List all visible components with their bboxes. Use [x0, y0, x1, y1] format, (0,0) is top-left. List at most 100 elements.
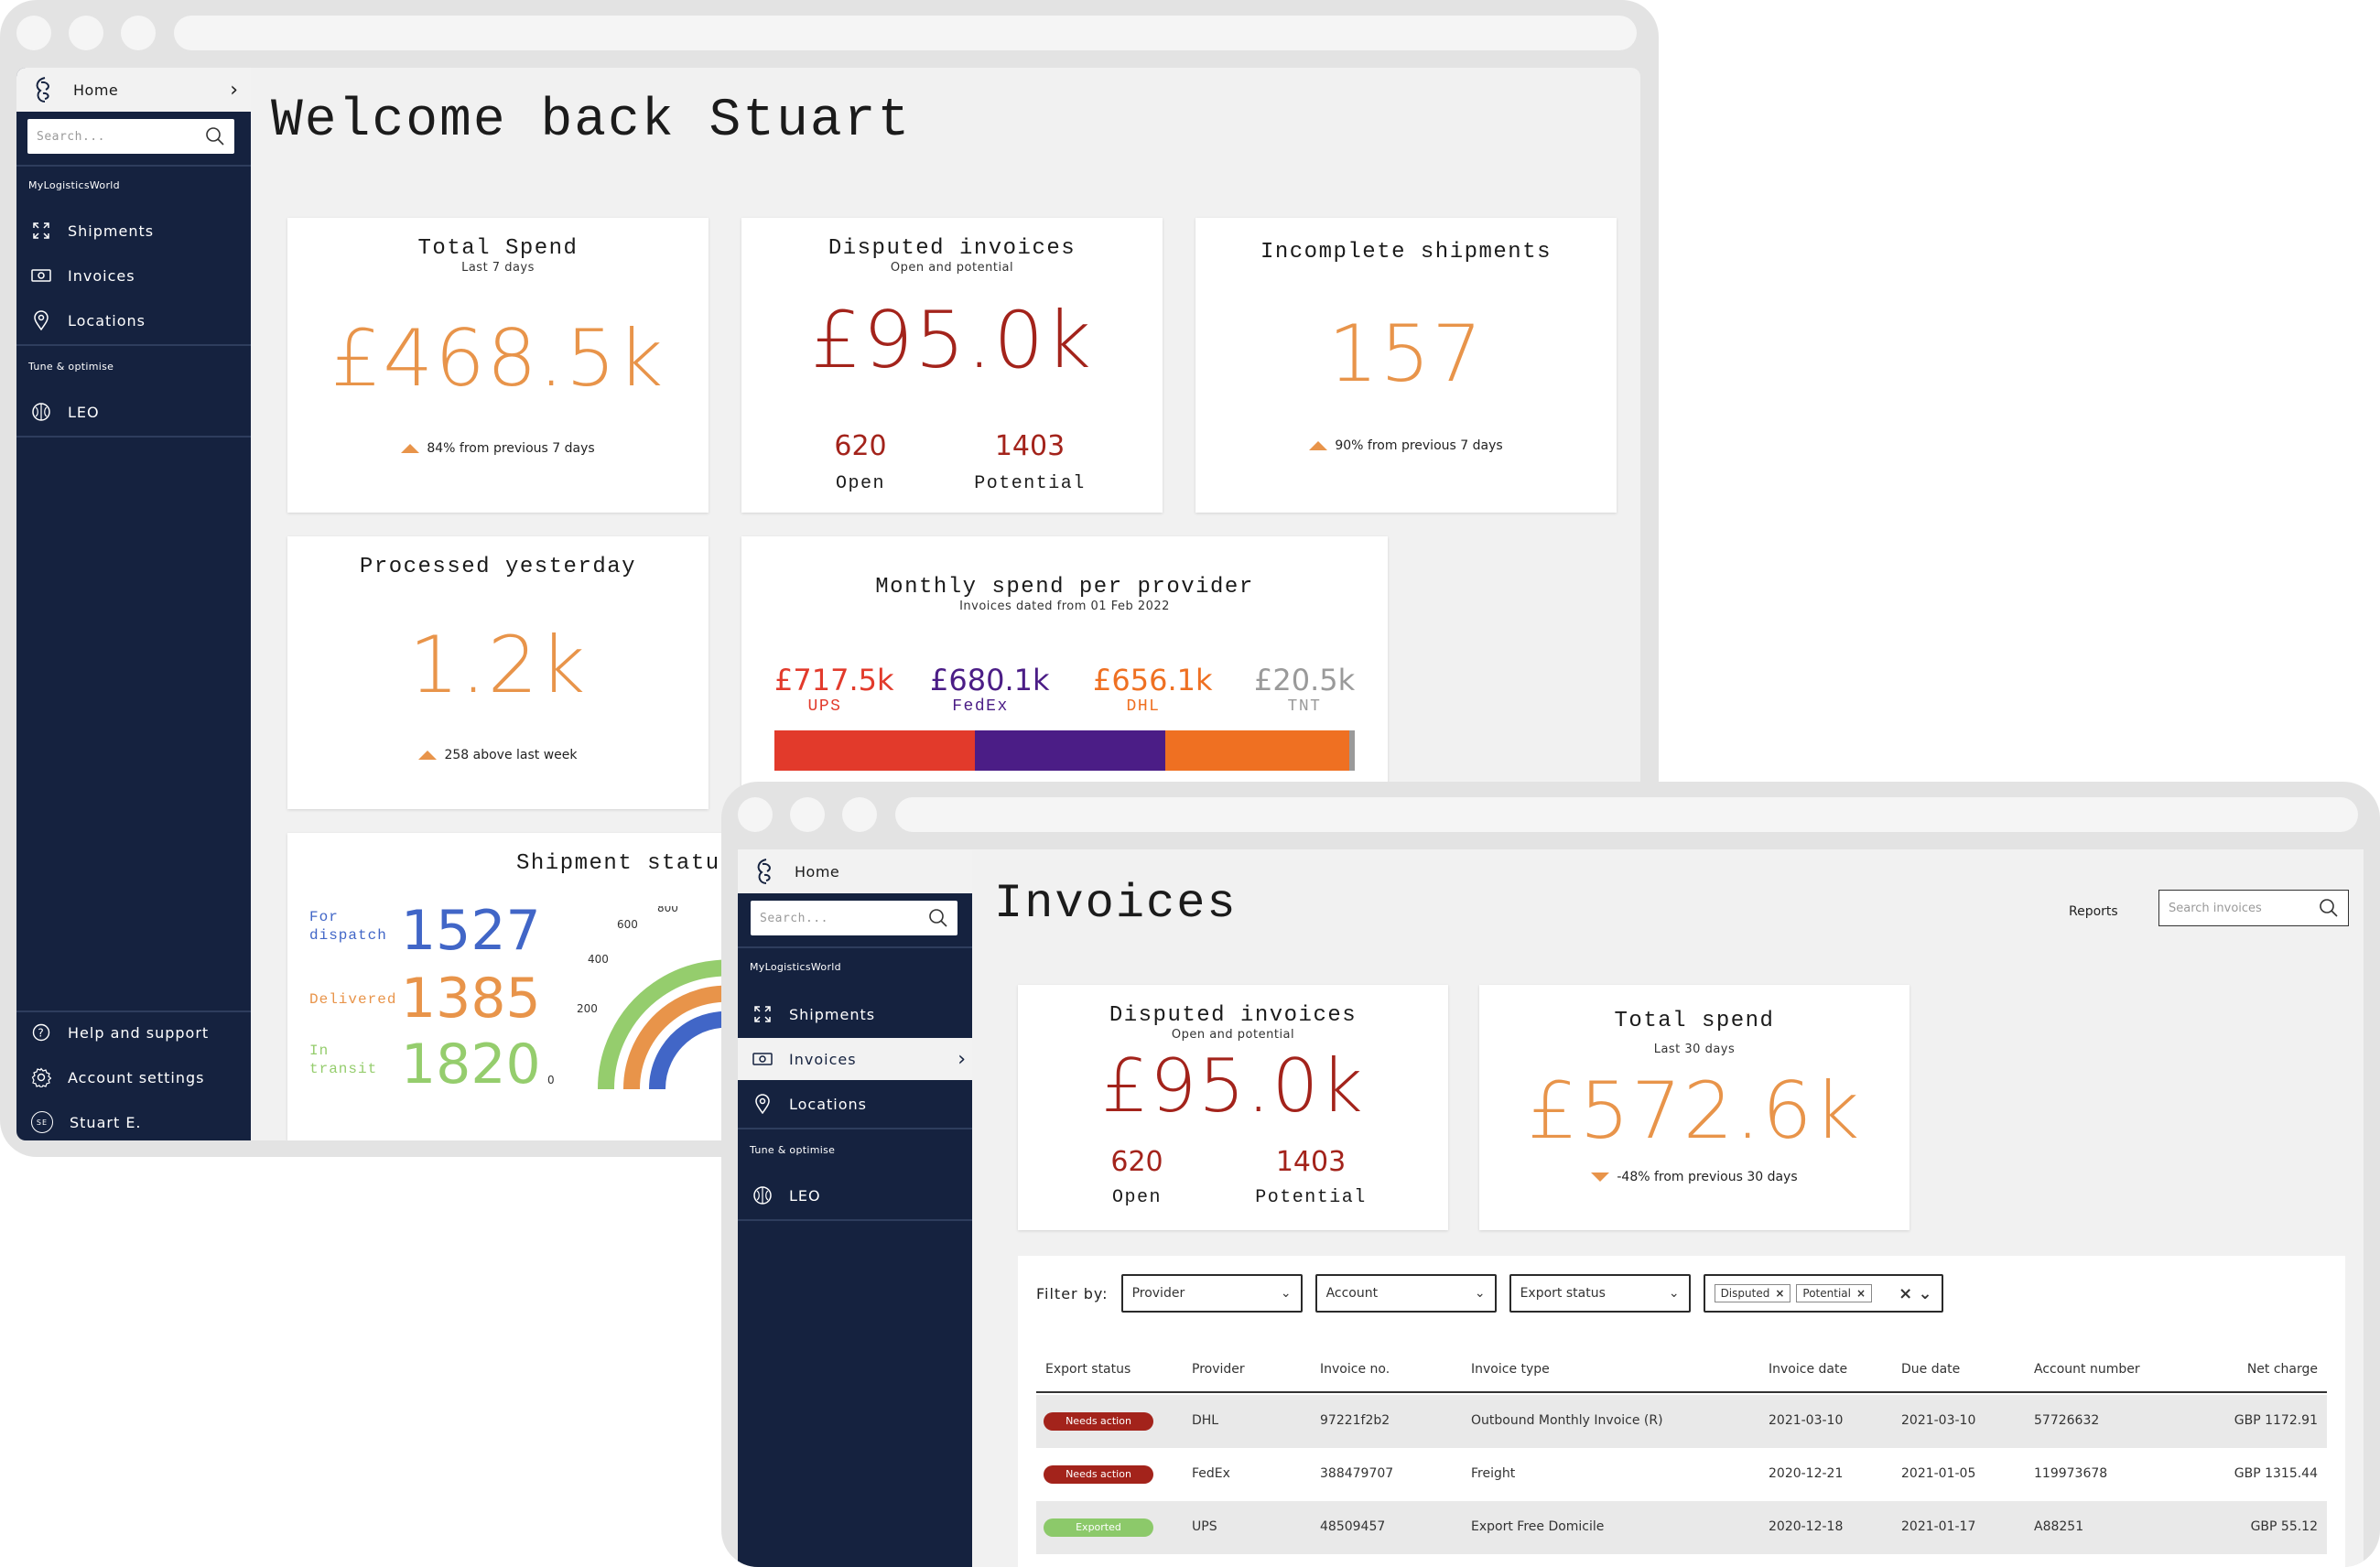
sidebar-item-label: Locations [68, 311, 146, 330]
table-cell: 2021-01-05 [1901, 1466, 1976, 1481]
sidebar-search[interactable]: Search... [27, 119, 234, 154]
card-delta-text: 84% from previous 7 days [427, 441, 595, 456]
card-value: £572.6k [1527, 1065, 1862, 1157]
sidebar-search-input[interactable]: Search... [760, 912, 928, 925]
invoices-table-panel: Filter by: Provider ⌄ Account ⌄ Export sta… [1018, 1256, 2345, 1567]
chevron-down-icon[interactable]: ⌄ [1918, 1284, 1931, 1303]
invoice-search-input[interactable]: Search invoices [2169, 902, 2319, 915]
location-pin-icon [31, 310, 51, 330]
sidebar-item-account-settings[interactable]: Account settings [16, 1057, 251, 1097]
sidebar-divider [16, 344, 251, 346]
expand-arrows-icon [752, 1004, 773, 1024]
close-icon[interactable]: × [1775, 1287, 1784, 1300]
total-spend-card[interactable]: Total spend Last 30 days £572.6k -48% fr… [1479, 985, 1909, 1230]
disputed-invoices-card[interactable]: Disputed invoices Open and potential £95… [741, 218, 1163, 513]
table-row[interactable]: Needs action FedEx 388479707 Freight 2020-12… [1036, 1448, 2327, 1501]
card-delta: 84% from previous 7 days [287, 441, 709, 456]
chevron-right-icon[interactable]: › [230, 79, 238, 102]
address-bar[interactable] [174, 16, 1637, 50]
table-row[interactable]: Exported UPS 48509457 Export Free Domicile 2… [1036, 1501, 2327, 1554]
open-label: Open [835, 473, 885, 494]
chevron-down-icon: ⌄ [1668, 1286, 1680, 1301]
sidebar-home[interactable]: Home [738, 849, 972, 893]
gear-icon [31, 1067, 51, 1087]
total-spend-card[interactable]: Total Spend Last 7 days £468.5k 84% from… [287, 218, 709, 513]
provider-name: TNT [1287, 697, 1322, 716]
account-select[interactable]: Account ⌄ [1314, 1274, 1497, 1313]
window-zoom-dot[interactable] [842, 797, 877, 832]
sidebar-item-help[interactable]: ? Help and support [16, 1012, 251, 1053]
sidebar-item-label: LEO [68, 403, 100, 421]
column-header[interactable]: Account number [2034, 1362, 2140, 1377]
window-close-dot[interactable] [738, 797, 773, 832]
sidebar-item-shipments[interactable]: Shipments [738, 994, 972, 1034]
table-row[interactable]: Needs action DHL 97221f2b2 Outbound Monthly… [1036, 1395, 2327, 1448]
table-cell: 2020-12-18 [1769, 1519, 1844, 1534]
search-icon[interactable] [205, 126, 225, 146]
column-header[interactable]: Due date [1901, 1362, 1960, 1377]
close-icon[interactable]: × [1856, 1287, 1866, 1300]
sidebar-item-invoices[interactable]: Invoices › [738, 1038, 972, 1080]
column-header[interactable]: Provider [1192, 1362, 1245, 1377]
window-close-dot[interactable] [16, 16, 51, 50]
sidebar-item-shipments[interactable]: Shipments [16, 211, 251, 251]
sidebar-item-user[interactable]: SE Stuart E. [16, 1102, 251, 1140]
column-header[interactable]: Invoice type [1471, 1362, 1550, 1377]
window-zoom-dot[interactable] [121, 16, 156, 50]
provider-value: £656.1k [1093, 663, 1213, 697]
provider-select[interactable]: Provider ⌄ [1120, 1274, 1303, 1313]
address-bar[interactable] [895, 797, 2358, 832]
monthly-spend-card[interactable]: Monthly spend per provider Invoices date… [741, 536, 1388, 811]
status-multiselect[interactable]: Disputed × Potential × × ⌄ [1703, 1274, 1943, 1313]
table-cell: GBP 1172.91 [2234, 1413, 2318, 1428]
gauge-tick-label: 200 [577, 1002, 598, 1015]
card-delta: -48% from previous 30 days [1479, 1170, 1909, 1184]
sidebar-item-label: Shipments [68, 222, 155, 240]
sidebar-item-leo[interactable]: LEO [738, 1175, 972, 1216]
provider-select-value: Provider [1131, 1286, 1185, 1301]
export-status-select[interactable]: Export status ⌄ [1509, 1274, 1691, 1313]
open-count: 620 [1110, 1146, 1163, 1178]
table-cell: 2021-01-17 [1901, 1519, 1976, 1534]
sidebar-search[interactable]: Search... [751, 901, 957, 935]
sidebar-item-invoices[interactable]: Invoices [16, 255, 251, 296]
sidebar-divider [16, 165, 251, 167]
invoice-search-field[interactable]: Search invoices [2158, 890, 2349, 926]
table-cell: 2020-12-21 [1769, 1466, 1844, 1481]
clear-icon[interactable]: × [1899, 1284, 1912, 1303]
table-cell: Freight [1471, 1466, 1516, 1481]
sidebar-home[interactable]: Home › [16, 68, 251, 112]
sidebar-item-locations[interactable]: Locations [738, 1084, 972, 1124]
column-header[interactable]: Export status [1045, 1362, 1130, 1377]
provider-value: £20.5k [1254, 663, 1356, 697]
processed-yesterday-card[interactable]: Processed yesterday 1.2k 258 above last … [287, 536, 709, 809]
spend-segment-dhl[interactable] [1165, 730, 1349, 771]
sidebar-item-leo[interactable]: LEO [16, 392, 251, 432]
gauge-tick-label: 400 [588, 953, 609, 966]
search-icon[interactable] [928, 908, 948, 928]
column-header[interactable]: Invoice no. [1320, 1362, 1390, 1377]
sidebar-item-locations[interactable]: Locations [16, 300, 251, 340]
window-minimize-dot[interactable] [790, 797, 825, 832]
trend-up-icon [418, 751, 438, 760]
reports-link[interactable]: Reports [2069, 904, 2118, 919]
spend-segment-ups[interactable] [774, 730, 976, 771]
table-cell: A88251 [2034, 1519, 2084, 1534]
filter-chip-disputed[interactable]: Disputed × [1714, 1284, 1791, 1302]
spend-segment-tnt[interactable] [1348, 730, 1355, 771]
sidebar-item-label: Stuart E. [70, 1113, 142, 1131]
search-icon[interactable] [2319, 898, 2339, 918]
shipment-status-card[interactable]: Shipment status For dispatch 1527 Delivere… [287, 833, 745, 1140]
table-header: Export status Provider Invoice no. Invoice … [1036, 1347, 2327, 1393]
column-header[interactable]: Invoice date [1769, 1362, 1847, 1377]
provider-value: £680.1k [930, 663, 1050, 697]
incomplete-shipments-card[interactable]: Incomplete shipments 157 90% from previo… [1195, 218, 1617, 513]
status-value: 1385 [401, 967, 541, 1031]
disputed-invoices-card[interactable]: Disputed invoices Open and potential £95… [1018, 985, 1448, 1230]
invoice-icon [31, 265, 51, 286]
window-minimize-dot[interactable] [69, 16, 103, 50]
filter-chip-potential[interactable]: Potential × [1796, 1284, 1873, 1302]
spend-segment-fedex[interactable] [975, 730, 1166, 771]
sidebar-search-input[interactable]: Search... [37, 130, 205, 144]
column-header[interactable]: Net charge [2247, 1362, 2318, 1377]
